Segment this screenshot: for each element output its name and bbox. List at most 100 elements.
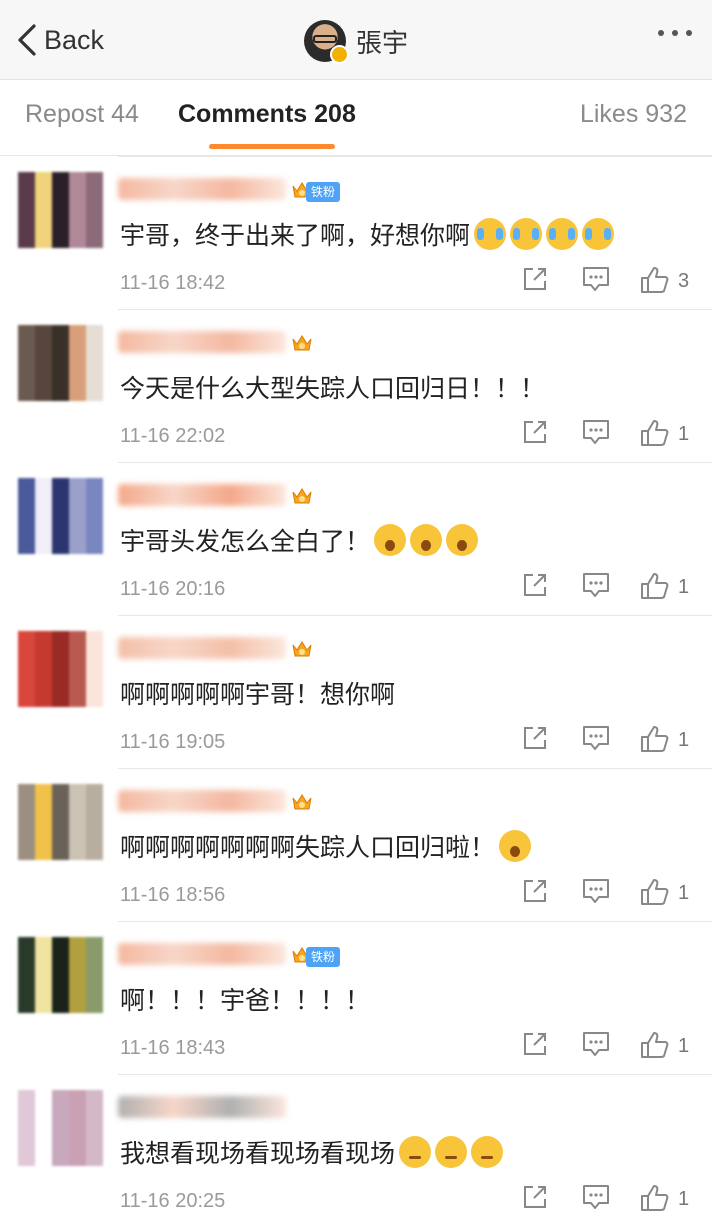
comment-item[interactable]: 啊啊啊啊啊宇哥！想你啊 11-16 19:05 1 bbox=[0, 615, 712, 768]
avatar-pixel bbox=[69, 646, 86, 662]
username-redacted[interactable] bbox=[118, 637, 286, 659]
fan-badge: 铁粉 bbox=[306, 947, 341, 967]
avatar-pixel bbox=[69, 508, 86, 524]
avatar-pixel bbox=[18, 982, 35, 998]
username-redacted[interactable] bbox=[118, 943, 286, 965]
comment-item[interactable]: 我想看现场看现场看现场 11-16 20:25 1 bbox=[0, 1074, 712, 1227]
avatar[interactable] bbox=[18, 631, 104, 707]
like-count[interactable]: 1 bbox=[678, 576, 689, 599]
avatar-pixel bbox=[52, 997, 69, 1013]
like-icon[interactable] bbox=[638, 723, 672, 757]
avatar[interactable] bbox=[18, 478, 104, 554]
avatar-pixel bbox=[18, 202, 35, 218]
like-count[interactable]: 1 bbox=[678, 1035, 689, 1058]
avatar-pixel bbox=[52, 631, 69, 647]
like-icon[interactable] bbox=[638, 876, 672, 910]
dot-icon bbox=[658, 30, 664, 36]
avatar-pixel bbox=[52, 1105, 69, 1121]
avatar-pixel bbox=[52, 661, 69, 677]
avatar-pixel bbox=[69, 325, 86, 341]
comment-body: 啊啊啊啊啊啊啊失踪人口回归啦！ bbox=[120, 833, 496, 862]
tab-repost[interactable]: Repost 44 bbox=[25, 100, 139, 129]
avatar-pixel bbox=[69, 385, 86, 401]
avatar[interactable] bbox=[18, 172, 104, 248]
avatar-pixel bbox=[35, 355, 52, 371]
tab-comments[interactable]: Comments 208 bbox=[178, 100, 356, 129]
username-redacted[interactable] bbox=[118, 331, 286, 353]
avatar-pixel bbox=[35, 661, 52, 677]
tab-likes[interactable]: Likes 932 bbox=[580, 100, 687, 129]
comment-item[interactable]: 宇哥头发怎么全白了！ 11-16 20:16 1 bbox=[0, 462, 712, 615]
share-icon[interactable] bbox=[520, 570, 554, 604]
username-redacted[interactable] bbox=[118, 790, 286, 812]
avatar-pixel bbox=[35, 538, 52, 554]
share-icon[interactable] bbox=[520, 264, 554, 298]
avatar-pixel bbox=[18, 799, 35, 815]
like-count[interactable]: 1 bbox=[678, 423, 689, 446]
comment-list[interactable]: 铁粉 宇哥，终于出来了啊，好想你啊 11-16 18:42 3 今天是什么大型失踪人口回… bbox=[0, 156, 712, 1227]
share-icon[interactable] bbox=[520, 417, 554, 451]
share-icon[interactable] bbox=[520, 723, 554, 757]
reply-icon[interactable] bbox=[580, 417, 614, 451]
avatar[interactable] bbox=[304, 20, 349, 64]
like-icon[interactable] bbox=[638, 570, 672, 604]
comment-text: 今天是什么大型失踪人口回归日！！！ bbox=[120, 369, 545, 405]
avatar[interactable] bbox=[18, 1090, 104, 1166]
avatar-pixel bbox=[86, 493, 103, 509]
reply-icon[interactable] bbox=[580, 1182, 614, 1216]
dot-icon bbox=[672, 30, 678, 36]
avatar-pixel bbox=[18, 355, 35, 371]
avatar[interactable] bbox=[18, 784, 104, 860]
avatar-pixel bbox=[52, 799, 69, 815]
like-icon[interactable] bbox=[638, 1029, 672, 1063]
more-options-button[interactable] bbox=[658, 30, 692, 36]
comment-item[interactable]: 今天是什么大型失踪人口回归日！！！ 11-16 22:02 1 bbox=[0, 309, 712, 462]
username-redacted[interactable] bbox=[118, 1096, 286, 1118]
like-icon[interactable] bbox=[638, 1182, 672, 1216]
reply-icon[interactable] bbox=[580, 264, 614, 298]
avatar-pixel bbox=[18, 691, 35, 707]
reply-icon[interactable] bbox=[580, 723, 614, 757]
avatar-pixel bbox=[86, 340, 103, 356]
username-redacted[interactable] bbox=[118, 484, 286, 506]
share-icon[interactable] bbox=[520, 1182, 554, 1216]
reply-icon[interactable] bbox=[580, 876, 614, 910]
avatar-pixel bbox=[35, 829, 52, 845]
profile-header[interactable]: 張宇 bbox=[304, 18, 408, 64]
crown-icon bbox=[290, 637, 314, 661]
username-redacted[interactable] bbox=[118, 178, 286, 200]
avatar-pixel bbox=[86, 1135, 103, 1151]
comment-timestamp: 11-16 18:42 bbox=[120, 272, 226, 294]
avatar-pixel bbox=[35, 1135, 52, 1151]
comment-timestamp: 11-16 19:05 bbox=[120, 731, 226, 753]
reply-icon[interactable] bbox=[580, 1029, 614, 1063]
like-count[interactable]: 3 bbox=[678, 270, 689, 293]
avatar-pixel bbox=[18, 232, 35, 248]
share-icon[interactable] bbox=[520, 1029, 554, 1063]
avatar-pixel bbox=[35, 385, 52, 401]
avatar[interactable] bbox=[18, 325, 104, 401]
emoji-icon bbox=[410, 524, 443, 556]
comment-body: 啊啊啊啊啊宇哥！想你啊 bbox=[120, 680, 396, 709]
reply-icon[interactable] bbox=[580, 570, 614, 604]
avatar-pixel bbox=[35, 937, 52, 953]
like-count[interactable]: 1 bbox=[678, 729, 689, 752]
emoji-icon bbox=[399, 1136, 432, 1168]
share-icon[interactable] bbox=[520, 876, 554, 910]
comment-item[interactable]: 啊啊啊啊啊啊啊失踪人口回归啦！ 11-16 18:56 1 bbox=[0, 768, 712, 921]
like-icon[interactable] bbox=[638, 417, 672, 451]
like-icon[interactable] bbox=[638, 264, 672, 298]
comment-timestamp: 11-16 18:43 bbox=[120, 1037, 226, 1059]
comment-item[interactable]: 铁粉 啊！！！宇爸！！！！ 11-16 18:43 1 bbox=[0, 921, 712, 1074]
like-count[interactable]: 1 bbox=[678, 882, 689, 905]
avatar-pixel bbox=[52, 232, 69, 248]
avatar-pixel bbox=[52, 325, 69, 341]
avatar-pixel bbox=[69, 340, 86, 356]
comment-item[interactable]: 铁粉 宇哥，终于出来了啊，好想你啊 11-16 18:42 3 bbox=[0, 156, 712, 309]
back-button[interactable]: Back bbox=[16, 18, 104, 62]
avatar[interactable] bbox=[18, 937, 104, 1013]
avatar-pixel bbox=[86, 478, 103, 494]
avatar-pixel bbox=[69, 814, 86, 830]
avatar-pixel bbox=[69, 232, 86, 248]
profile-name[interactable]: 張宇 bbox=[356, 23, 408, 60]
